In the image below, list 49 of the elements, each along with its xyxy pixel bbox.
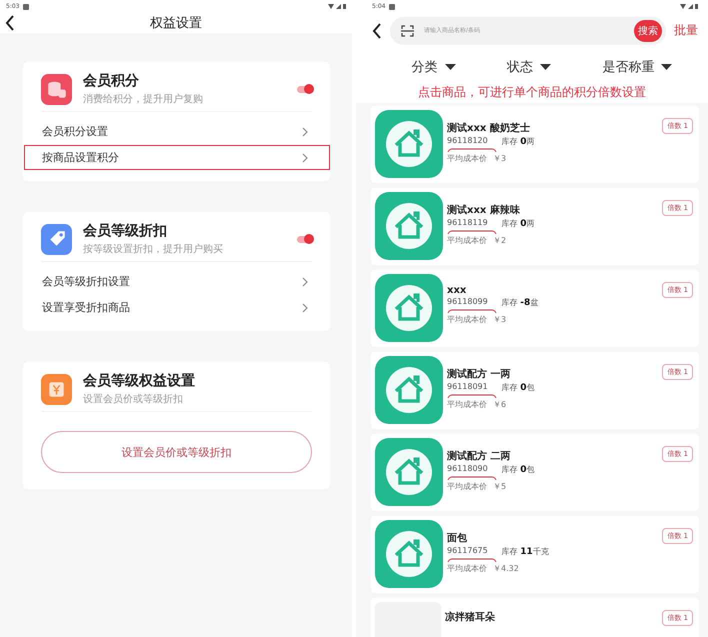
stock-text: 库存 0两	[502, 218, 535, 229]
settings-row[interactable]: 会员等级折扣设置	[24, 269, 330, 294]
cost-label: 平均成本价	[447, 314, 487, 325]
outline-button[interactable]: 设置会员价或等级折扣	[41, 431, 312, 473]
stock-text: 库存 -8盆	[502, 297, 538, 308]
section-title: 会员等级折扣	[83, 222, 168, 240]
settings-row[interactable]: 设置享受折扣商品	[24, 295, 330, 320]
stock-text: 库存 11千克	[502, 546, 549, 557]
product-name: 测试配方 一两	[447, 367, 512, 381]
product-code: 96118091	[447, 382, 488, 393]
product-name: 测试xxx 酸奶芝士	[447, 122, 531, 135]
cost-label: 平均成本价	[447, 481, 487, 492]
cost-label: 平均成本价	[447, 399, 487, 410]
filter-dropdown[interactable]: 状态	[506, 58, 551, 76]
product-name: 测试xxx 麻辣味	[447, 203, 521, 217]
settings-row[interactable]: 按商品设置积分	[24, 145, 330, 170]
product-code: 96118119	[447, 218, 488, 229]
stock-text: 库存 0包	[502, 382, 535, 393]
stock-text: 库存 0两	[502, 136, 535, 147]
search-button[interactable]: 搜索	[634, 20, 662, 42]
batch-link[interactable]: 批量	[674, 22, 698, 39]
cost-value: ￥3	[493, 153, 506, 164]
stock-text: 库存 0包	[502, 464, 535, 475]
cost-value: ￥4.32	[493, 563, 519, 574]
product-name: 面包	[447, 532, 468, 545]
filter-dropdown[interactable]: 是否称重	[602, 58, 672, 76]
product-name: 凉拌猪耳朵	[445, 610, 496, 624]
section-title: 会员等级权益设置	[83, 372, 196, 390]
cost-label: 平均成本价	[447, 563, 487, 574]
product-name: xxx	[447, 285, 468, 296]
product-code: 96118120	[447, 136, 488, 147]
section-subtitle: 消费给积分，提升用户复购	[83, 92, 204, 106]
section-subtitle: 按等级设置折扣，提升用户购买	[83, 242, 224, 256]
cost-label: 平均成本价	[447, 153, 487, 164]
cost-value: ￥2	[493, 235, 506, 246]
section-subtitle: 设置会员价或等级折扣	[83, 392, 184, 406]
filter-dropdown[interactable]: 分类	[412, 58, 456, 76]
cost-value: ￥6	[493, 399, 506, 410]
section-title: 会员积分	[83, 72, 140, 90]
product-code: 96117675	[447, 546, 488, 557]
product-name: 测试配方 二两	[447, 449, 512, 463]
settings-row[interactable]: 会员积分设置	[24, 119, 330, 144]
cost-value: ￥5	[493, 481, 506, 492]
hint-text: 点击商品，可进行单个商品的积分倍数设置	[356, 84, 708, 103]
page-title: 权益设置	[150, 15, 202, 32]
cost-label: 平均成本价	[447, 235, 487, 246]
product-code: 96118090	[447, 464, 488, 475]
cost-value: ￥3	[493, 314, 506, 325]
product-code: 96118099	[447, 297, 488, 308]
